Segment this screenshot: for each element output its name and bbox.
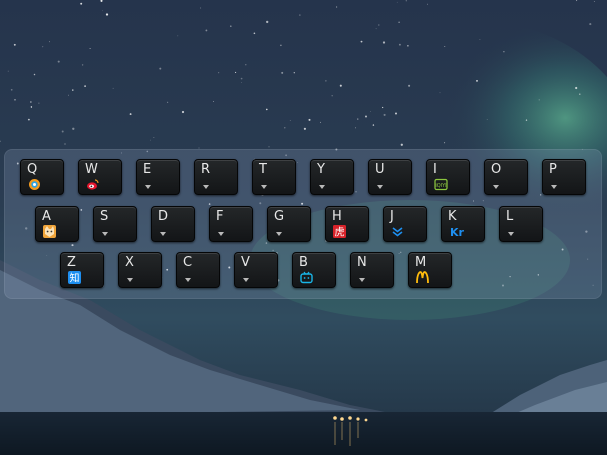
key-label: G xyxy=(274,209,285,224)
chevron-down-icon xyxy=(127,278,133,282)
key-w[interactable]: W xyxy=(78,159,122,195)
key-label: M xyxy=(415,255,427,270)
key-label: N xyxy=(357,255,367,270)
chevron-down-icon xyxy=(160,232,166,236)
key-m[interactable]: M xyxy=(408,252,452,288)
key-t[interactable]: T xyxy=(252,159,296,195)
key-label: K xyxy=(448,209,457,224)
key-j[interactable]: J xyxy=(383,206,427,242)
key-label: L xyxy=(506,209,514,224)
key-c[interactable]: C xyxy=(176,252,220,288)
key-d[interactable]: D xyxy=(151,206,195,242)
key-e[interactable]: E xyxy=(136,159,180,195)
key-label: H xyxy=(332,209,342,224)
key-s[interactable]: S xyxy=(93,206,137,242)
key-i[interactable]: IiQIYI xyxy=(426,159,470,195)
key-label: F xyxy=(216,209,224,224)
chevron-down-icon xyxy=(243,278,249,282)
key-label: O xyxy=(491,162,502,177)
key-k[interactable]: K Kr xyxy=(441,206,485,242)
chevron-down-icon xyxy=(102,232,108,236)
chevron-down-icon xyxy=(508,232,514,236)
chevron-down-icon xyxy=(203,185,209,189)
svg-text:iQIYI: iQIYI xyxy=(435,183,446,189)
key-label: U xyxy=(375,162,385,177)
key-label: D xyxy=(158,209,169,224)
chevron-down-icon xyxy=(551,185,557,189)
key-label: X xyxy=(125,255,134,270)
key-a[interactable]: A xyxy=(35,206,79,242)
key-z[interactable]: Z知 xyxy=(60,252,104,288)
svg-text:虎: 虎 xyxy=(335,227,345,239)
key-f[interactable]: F xyxy=(209,206,253,242)
key-label: E xyxy=(143,162,152,177)
key-o[interactable]: O xyxy=(484,159,528,195)
chevron-down-icon xyxy=(319,185,325,189)
key-g[interactable]: G xyxy=(267,206,311,242)
key-label: I xyxy=(433,162,437,177)
key-label: R xyxy=(201,162,211,177)
key-label: S xyxy=(100,209,109,224)
key-b[interactable]: B xyxy=(292,252,336,288)
key-label: C xyxy=(183,255,193,270)
chevron-down-icon xyxy=(359,278,365,282)
key-label: B xyxy=(299,255,308,270)
chevron-down-icon xyxy=(185,278,191,282)
chevron-down-icon xyxy=(145,185,151,189)
key-label: J xyxy=(390,209,394,224)
key-label: Y xyxy=(317,162,325,177)
key-q[interactable]: Q xyxy=(20,159,64,195)
key-v[interactable]: V xyxy=(234,252,278,288)
key-label: P xyxy=(549,162,557,177)
chevron-down-icon xyxy=(276,232,282,236)
key-p[interactable]: P xyxy=(542,159,586,195)
key-h[interactable]: H虎 xyxy=(325,206,369,242)
chevron-down-icon xyxy=(377,185,383,189)
key-label: W xyxy=(85,162,98,177)
key-x[interactable]: X xyxy=(118,252,162,288)
key-l[interactable]: L xyxy=(499,206,543,242)
key-u[interactable]: U xyxy=(368,159,412,195)
svg-text:知: 知 xyxy=(70,272,80,285)
chevron-down-icon xyxy=(493,185,499,189)
key-label: A xyxy=(42,209,51,224)
chevron-down-icon xyxy=(218,232,224,236)
key-n[interactable]: N xyxy=(350,252,394,288)
key-y[interactable]: Y xyxy=(310,159,354,195)
key-label: T xyxy=(259,162,267,177)
key-label: Z xyxy=(67,255,76,270)
key-r[interactable]: R xyxy=(194,159,238,195)
svg-text:Kr: Kr xyxy=(450,226,464,238)
key-label: V xyxy=(241,255,250,270)
chevron-down-icon xyxy=(261,185,267,189)
key-label: Q xyxy=(27,162,38,177)
